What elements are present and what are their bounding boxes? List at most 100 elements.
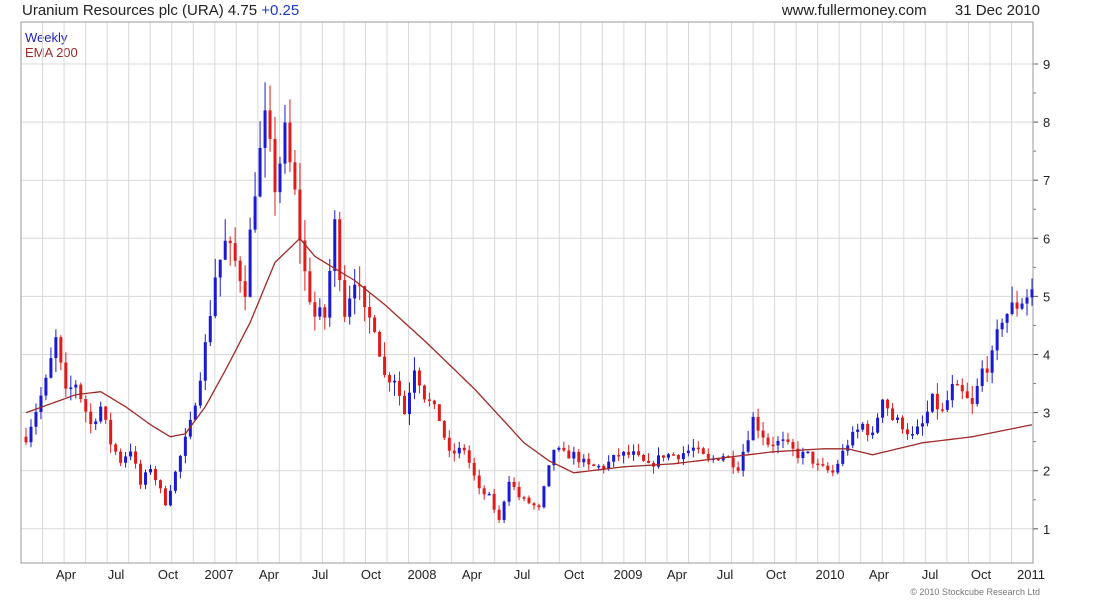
ohlc-body <box>79 384 83 400</box>
ohlc-body <box>746 440 750 452</box>
ohlc-body <box>293 162 297 190</box>
ohlc-body <box>139 463 143 485</box>
ohlc-body <box>806 451 810 454</box>
plot-frame <box>20 21 1034 564</box>
ohlc-body <box>905 429 909 435</box>
ohlc-body <box>442 421 446 438</box>
ohlc-body <box>477 475 481 489</box>
x-tick-label: Apr <box>869 567 890 582</box>
ohlc-body <box>213 277 217 317</box>
ohlc-body <box>54 337 58 359</box>
y-tick-label: 5 <box>1043 289 1050 304</box>
ohlc-body <box>731 457 735 468</box>
y-tick-label: 1 <box>1043 522 1050 537</box>
ohlc-body <box>681 453 685 460</box>
ohlc-body <box>64 362 68 389</box>
ohlc-body <box>990 350 994 373</box>
ohlc-body <box>826 465 830 471</box>
ohlc-body <box>1000 322 1004 330</box>
ohlc-body <box>507 481 511 502</box>
ohlc-body <box>29 426 33 443</box>
x-tick-label: Oct <box>766 567 787 582</box>
x-tick-label: Jul <box>108 567 125 582</box>
ohlc-body <box>74 384 78 388</box>
ohlc-body <box>323 307 327 318</box>
ohlc-body <box>328 270 332 318</box>
ohlc-body <box>129 451 133 457</box>
ohlc-body <box>44 377 48 396</box>
ohlc-body <box>208 316 212 343</box>
ohlc-body <box>527 497 531 504</box>
ohlc-body <box>557 447 561 450</box>
ohlc-body <box>1025 297 1029 304</box>
x-tick-label: Jul <box>922 567 939 582</box>
ohlc-body <box>153 468 157 481</box>
ohlc-body <box>547 465 551 487</box>
ohlc-body <box>761 430 765 438</box>
ohlc-body <box>24 436 28 443</box>
y-tick-label: 7 <box>1043 173 1050 188</box>
ohlc-body <box>1005 313 1009 323</box>
ohlc-body <box>258 147 262 197</box>
ohlc-body <box>398 380 402 396</box>
ohlc-body <box>786 439 790 442</box>
ohlc-body <box>542 486 546 508</box>
ohlc-body <box>831 470 835 473</box>
ohlc-body <box>114 444 118 452</box>
ohlc-body <box>517 486 521 498</box>
ohlc-body <box>582 458 586 463</box>
ohlc-body <box>572 451 576 459</box>
ohlc-body <box>253 196 257 230</box>
ohlc-body <box>960 385 964 392</box>
ohlc-body <box>223 240 227 260</box>
ohlc-body <box>930 393 934 412</box>
ohlc-body <box>378 331 382 357</box>
ohlc-body <box>915 426 919 434</box>
x-tick-label: Oct <box>158 567 179 582</box>
ohlc-body <box>462 447 466 451</box>
ohlc-body <box>39 395 43 412</box>
ohlc-body <box>696 447 700 450</box>
ohlc-body <box>940 409 944 411</box>
ohlc-body <box>920 423 924 427</box>
ohlc-body <box>756 416 760 431</box>
x-tick-label: 2008 <box>408 567 437 582</box>
ohlc-body <box>686 450 690 454</box>
x-tick-label: Apr <box>462 567 483 582</box>
ohlc-body <box>333 219 337 271</box>
ohlc-body <box>178 455 182 472</box>
ohlc-body <box>233 243 237 261</box>
y-tick-label: 9 <box>1043 57 1050 72</box>
ohlc-body <box>427 399 431 401</box>
ohlc-body <box>447 437 451 451</box>
ohlc-body <box>407 392 411 415</box>
ohlc-body <box>393 380 397 383</box>
ohlc-body <box>383 356 387 375</box>
ohlc-body <box>617 455 621 457</box>
ohlc-body <box>238 260 242 282</box>
ohlc-body <box>801 451 805 459</box>
ohlc-body <box>343 280 347 317</box>
ohlc-body <box>248 229 252 297</box>
ohlc-body <box>637 451 641 456</box>
ohlc-body <box>144 472 148 485</box>
x-tick-label: Apr <box>56 567 77 582</box>
ohlc-body <box>871 432 875 436</box>
ohlc-body <box>980 368 984 386</box>
x-tick-label: 2011 <box>1017 567 1045 582</box>
ohlc-body <box>348 298 352 317</box>
ohlc-body <box>263 110 267 148</box>
ohlc-body <box>84 399 88 412</box>
y-tick-label: 6 <box>1043 231 1050 246</box>
ohlc-body <box>104 406 108 420</box>
ohlc-body <box>642 455 646 461</box>
price-chart: 1 2 3 4 5 6 7 8 9 Apr Jul Oct 2007 Apr Jul Oct 2008 Apr Ju… <box>20 21 1050 582</box>
ohlc-body <box>841 450 845 464</box>
ohlc-body <box>676 454 680 460</box>
ohlc-body <box>1010 302 1014 314</box>
ohlc-body <box>402 395 406 415</box>
ohlc-body <box>896 417 900 420</box>
ohlc-body <box>49 358 53 378</box>
ohlc-body <box>661 455 665 458</box>
ohlc-body <box>925 411 929 424</box>
